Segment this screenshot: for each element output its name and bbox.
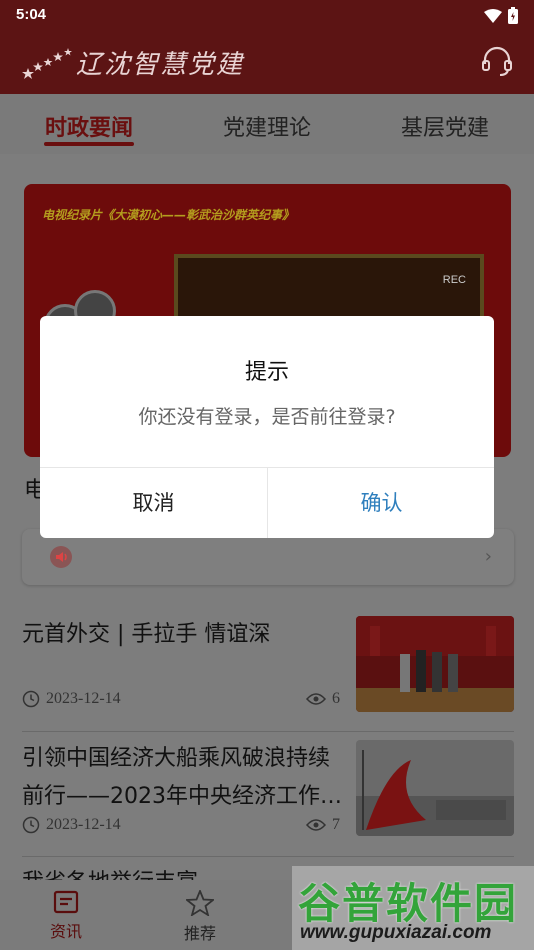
tab-grassroots[interactable]: 基层党建: [356, 94, 534, 154]
eye-icon: [306, 819, 326, 831]
news-icon: [53, 890, 79, 914]
watermark: 谷普软件园 www.gupuxiazai.com: [292, 866, 534, 950]
rec-label: REC: [442, 274, 466, 286]
clock-icon: [22, 816, 40, 834]
dialog-message: 你还没有登录，是否前往登录?: [138, 406, 396, 428]
category-tabs: 时政要闻 党建理论 基层党建: [0, 94, 534, 154]
nav-item-recommend[interactable]: 推荐: [170, 888, 230, 944]
headset-icon[interactable]: [480, 44, 514, 78]
news-views: 6: [306, 690, 340, 708]
status-bar: 5:04: [0, 0, 534, 30]
watermark-url: www.gupuxiazai.com: [300, 922, 492, 943]
app-header: 辽沈智慧党建: [0, 30, 534, 94]
login-prompt-dialog: 提示 你还没有登录，是否前往登录? 取消 确认: [40, 316, 494, 538]
app-title: 辽沈智慧党建: [76, 50, 245, 80]
banner-caption: 电视纪录片《大漠初心——彰武治沙群英纪事》: [42, 208, 295, 222]
news-thumbnail: [356, 616, 514, 712]
dialog-title: 提示: [244, 360, 289, 385]
cancel-button[interactable]: 取消: [40, 468, 267, 538]
news-title: 元首外交 | 手拉手 情谊深: [22, 622, 271, 647]
battery-icon: [508, 7, 518, 24]
divider: [22, 731, 514, 732]
logo-stars-icon: [22, 48, 72, 79]
star-icon: [184, 888, 216, 917]
news-feed: 电视纪录片《大漠初心——彰武治沙群英纪事》 REC 电 › 元首外交 | 手拉手…: [0, 154, 534, 950]
chevron-right-icon: ›: [484, 546, 492, 567]
status-icons: [484, 7, 518, 24]
speaker-icon: [50, 546, 72, 568]
eye-icon: [306, 693, 326, 705]
nav-item-news[interactable]: 资讯: [36, 890, 96, 942]
news-title: 引领中国经济大船乘风破浪持续前行——2023年中央经济工作…: [22, 746, 342, 809]
active-tab-indicator: [44, 142, 134, 146]
divider: [22, 856, 514, 857]
clock-icon: [22, 690, 40, 708]
list-item[interactable]: 元首外交 | 手拉手 情谊深 2023-12-14 6: [22, 614, 514, 724]
status-time: 5:04: [16, 6, 47, 23]
news-date: 2023-12-14: [22, 690, 121, 708]
wifi-icon: [484, 8, 502, 23]
list-item[interactable]: 引领中国经济大船乘风破浪持续前行——2023年中央经济工作… 2023-12-1…: [22, 740, 514, 850]
confirm-button[interactable]: 确认: [268, 468, 494, 538]
news-thumbnail: [356, 740, 514, 836]
news-views: 7: [306, 816, 340, 834]
news-date: 2023-12-14: [22, 816, 121, 834]
tab-party-theory[interactable]: 党建理论: [178, 94, 356, 154]
